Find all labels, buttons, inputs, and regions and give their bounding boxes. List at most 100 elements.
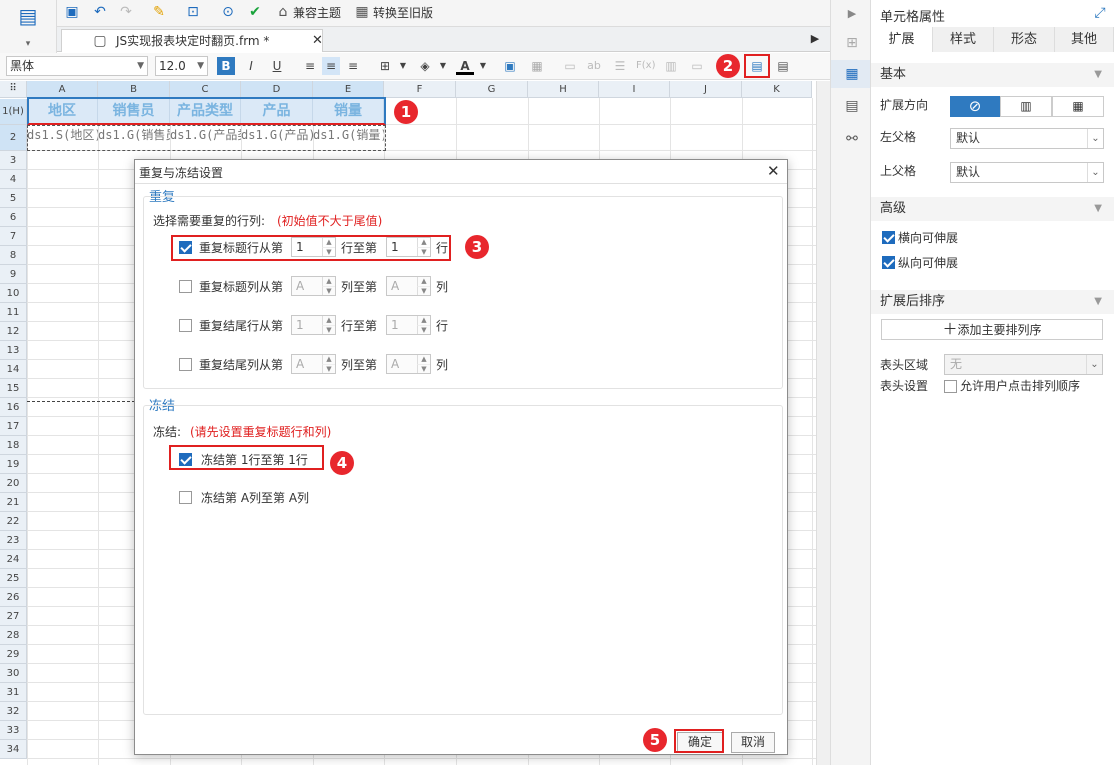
row-header[interactable]: 15 bbox=[0, 379, 27, 398]
freeze-cols-checkbox[interactable] bbox=[179, 491, 192, 504]
close-icon[interactable]: ✕ bbox=[767, 162, 780, 180]
check-icon[interactable]: ✔ bbox=[247, 4, 263, 20]
row-header[interactable]: 28 bbox=[0, 626, 27, 645]
row-header[interactable]: 26 bbox=[0, 588, 27, 607]
format-brush-icon[interactable]: ✎ bbox=[151, 4, 167, 20]
expand-horizontal-button[interactable]: ▦ bbox=[1052, 96, 1104, 117]
link-cell-icon[interactable]: ▭ bbox=[561, 57, 579, 75]
close-icon[interactable]: ✕ bbox=[312, 31, 323, 51]
expand-none-button[interactable]: ⊘ bbox=[950, 96, 1000, 117]
stepper-up-icon[interactable]: ▲ bbox=[417, 355, 430, 364]
stepper-up-icon[interactable]: ▲ bbox=[417, 316, 430, 325]
from-stepper[interactable]: A ▲ ▼ bbox=[291, 276, 336, 296]
bold-button[interactable]: B bbox=[217, 57, 235, 75]
chevron-down-icon[interactable]: ▼ bbox=[474, 57, 492, 75]
repeat-checkbox[interactable] bbox=[179, 358, 192, 371]
row-header[interactable]: 33 bbox=[0, 721, 27, 740]
header-area-select[interactable]: 无 ⌄ bbox=[944, 354, 1103, 375]
stepper-down-icon[interactable]: ▼ bbox=[322, 364, 335, 373]
switch-old-button[interactable]: 转换至旧版 bbox=[373, 3, 433, 23]
row-header[interactable]: 16 bbox=[0, 398, 27, 417]
horiz-expand-checkbox[interactable] bbox=[882, 231, 895, 244]
stepper-up-icon[interactable]: ▲ bbox=[322, 316, 335, 325]
font-family-select[interactable]: 黑体 ▼ bbox=[6, 56, 148, 76]
to-stepper[interactable]: A ▲ ▼ bbox=[386, 354, 431, 374]
row-header[interactable]: 12 bbox=[0, 322, 27, 341]
chevron-down-icon[interactable]: ▼ bbox=[434, 57, 452, 75]
column-header[interactable]: F bbox=[384, 81, 456, 98]
row-header[interactable]: 11 bbox=[0, 303, 27, 322]
column-header[interactable]: J bbox=[670, 81, 742, 98]
from-stepper[interactable]: 1 ▲ ▼ bbox=[291, 315, 336, 335]
redo-icon[interactable]: ↷ bbox=[118, 4, 134, 20]
link-icon[interactable]: ⚯ bbox=[844, 131, 860, 147]
row-header[interactable]: 22 bbox=[0, 512, 27, 531]
column-header[interactable]: B bbox=[98, 81, 170, 98]
column-header[interactable]: C bbox=[170, 81, 241, 98]
chart-cell-icon[interactable]: ▥ bbox=[662, 57, 680, 75]
vertical-scrollbar[interactable] bbox=[816, 81, 830, 765]
add-sort-button[interactable]: ＋添加主要排列序 bbox=[881, 319, 1103, 340]
italic-button[interactable]: I bbox=[242, 57, 260, 75]
undo-icon[interactable]: ↶ bbox=[92, 4, 108, 20]
row-header[interactable]: 18 bbox=[0, 436, 27, 455]
column-header[interactable]: I bbox=[599, 81, 670, 98]
tab-style[interactable]: 样式 bbox=[933, 27, 994, 52]
corner-cell[interactable]: ⠿ bbox=[0, 81, 27, 98]
row-header[interactable]: 3 bbox=[0, 151, 27, 170]
font-size-select[interactable]: 12.0 ▼ bbox=[155, 56, 208, 76]
text-cell-icon[interactable]: ab bbox=[585, 57, 603, 75]
stepper-down-icon[interactable]: ▼ bbox=[417, 364, 430, 373]
tab-report[interactable]: ▢ JS实现报表块定时翻页.frm * ✕ bbox=[61, 29, 323, 52]
section-sort[interactable]: 扩展后排序 ▼ bbox=[871, 290, 1114, 314]
allow-click-sort-checkbox[interactable] bbox=[944, 380, 957, 393]
chevron-down-icon[interactable]: ▼ bbox=[394, 57, 412, 75]
stepper-up-icon[interactable]: ▲ bbox=[322, 355, 335, 364]
row-header[interactable]: 27 bbox=[0, 607, 27, 626]
row-header[interactable]: 1(H) bbox=[0, 99, 27, 125]
column-header[interactable]: D bbox=[241, 81, 313, 98]
align-center-icon[interactable]: ≡ bbox=[322, 57, 340, 75]
row-header[interactable]: 13 bbox=[0, 341, 27, 360]
vert-expand-checkbox[interactable] bbox=[882, 256, 895, 269]
widget-icon[interactable]: ⊞ bbox=[844, 35, 860, 51]
column-header[interactable]: K bbox=[742, 81, 812, 98]
column-header[interactable]: E bbox=[313, 81, 384, 98]
tab-expand[interactable]: 扩展 bbox=[871, 27, 933, 52]
repeat-checkbox[interactable] bbox=[179, 319, 192, 332]
section-basic[interactable]: 基本 ▼ bbox=[871, 63, 1114, 87]
to-stepper[interactable]: 1 ▲ ▼ bbox=[386, 315, 431, 335]
richtext-cell-icon[interactable]: ☰ bbox=[611, 57, 629, 75]
cancel-button[interactable]: 取消 bbox=[731, 732, 775, 753]
section-advanced[interactable]: 高级 ▼ bbox=[871, 197, 1114, 221]
row-header[interactable]: 31 bbox=[0, 683, 27, 702]
tab-menu-icon[interactable]: ▶ bbox=[807, 31, 823, 47]
row-header[interactable]: 8 bbox=[0, 246, 27, 265]
row-header[interactable]: 6 bbox=[0, 208, 27, 227]
border-icon[interactable]: ⊞ bbox=[376, 57, 394, 75]
underline-button[interactable]: U bbox=[268, 57, 286, 75]
row-header[interactable]: 19 bbox=[0, 455, 27, 474]
row-header[interactable]: 17 bbox=[0, 417, 27, 436]
row-header[interactable]: 9 bbox=[0, 265, 27, 284]
save-icon[interactable]: ▣ bbox=[64, 4, 80, 20]
chevron-right-icon[interactable]: ▶ bbox=[844, 6, 860, 22]
row-header[interactable]: 14 bbox=[0, 360, 27, 379]
row-header[interactable]: 7 bbox=[0, 227, 27, 246]
stepper-down-icon[interactable]: ▼ bbox=[322, 325, 335, 334]
stepper-down-icon[interactable]: ▼ bbox=[417, 325, 430, 334]
stepper-down-icon[interactable]: ▼ bbox=[417, 286, 430, 295]
repeat-checkbox[interactable] bbox=[179, 280, 192, 293]
image-cell-icon[interactable]: ▣ bbox=[501, 57, 519, 75]
cell-element-icon[interactable]: ▤ bbox=[844, 98, 860, 114]
left-parent-select[interactable]: 默认 ⌄ bbox=[950, 128, 1104, 149]
compat-theme-button[interactable]: 兼容主题 bbox=[293, 3, 341, 23]
row-header[interactable]: 30 bbox=[0, 664, 27, 683]
column-header[interactable]: H bbox=[528, 81, 599, 98]
row-header[interactable]: 10 bbox=[0, 284, 27, 303]
row-header[interactable]: 21 bbox=[0, 493, 27, 512]
font-color-icon[interactable]: A bbox=[456, 57, 474, 75]
row-header[interactable]: 29 bbox=[0, 645, 27, 664]
column-header[interactable]: G bbox=[456, 81, 528, 98]
row-header[interactable]: 32 bbox=[0, 702, 27, 721]
